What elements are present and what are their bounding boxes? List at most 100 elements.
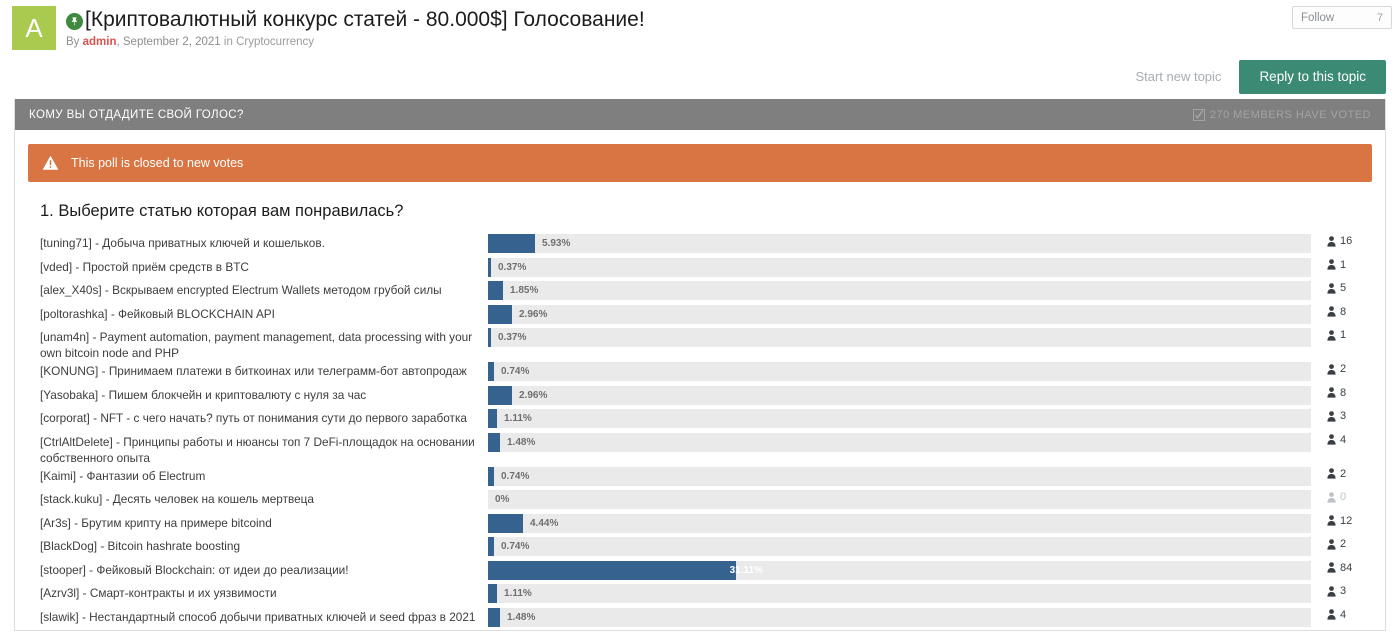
user-icon — [1327, 259, 1336, 270]
byline-forum-link[interactable]: Cryptocurrency — [236, 36, 314, 48]
poll-option-vote-count: 0 — [1311, 489, 1371, 503]
poll-option-bar-track: 0.37% — [488, 328, 1311, 347]
poll-option-bar-track: 2.96% — [488, 385, 1311, 405]
poll-option-row: [Azrv3l] - Смарт-контракты и их уязвимос… — [15, 583, 1385, 607]
poll-option-vote-count: 16 — [1311, 233, 1371, 247]
poll-option-label: [Yasobaka] - Пишем блокчейн и криптовалю… — [40, 387, 367, 402]
avatar[interactable]: A — [12, 6, 56, 50]
follow-button[interactable]: Follow 7 — [1292, 6, 1392, 29]
poll-closed-banner: This poll is closed to new votes — [28, 144, 1372, 182]
byline-author-link[interactable]: admin — [83, 36, 117, 48]
poll-option-row: [vded] - Простой приём средств в BTC 0.37… — [15, 257, 1385, 281]
poll-option-vote-count: 5 — [1311, 280, 1371, 294]
poll-option-vote-number: 3 — [1340, 585, 1347, 597]
poll-option-bar-track: 0.74% — [488, 362, 1311, 381]
poll-option-row: [CtrlAltDelete] - Принципы работы и нюан… — [15, 432, 1385, 466]
poll-option-bar-track: 1.11% — [488, 409, 1311, 428]
poll-option-label: [slawik] - Нестандартный способ добычи п… — [40, 609, 476, 624]
poll-option-bar-track: 4.44% — [488, 513, 1311, 533]
poll-option-vote-number: 3 — [1340, 410, 1347, 422]
poll-option-percent: 1.11% — [504, 588, 532, 599]
user-icon — [1327, 434, 1336, 445]
reply-to-topic-button[interactable]: Reply to this topic — [1239, 59, 1386, 94]
poll-option-vote-number: 8 — [1340, 386, 1347, 399]
poll-option-label: [stack.kuku] - Десять человек на кошель … — [40, 492, 314, 506]
poll-option-bar-fill — [488, 281, 503, 300]
poll-option-bar-fill — [488, 513, 523, 533]
poll-option-bar-track: 1.85% — [488, 281, 1311, 300]
poll-option-label: [CtrlAltDelete] - Принципы работы и нюан… — [40, 434, 475, 465]
poll-option-row: [alex_X40s] - Вскрываем encrypted Electr… — [15, 280, 1385, 304]
poll-option-vote-count: 8 — [1311, 385, 1371, 399]
user-icon — [1327, 491, 1336, 503]
user-icon — [1327, 306, 1336, 317]
user-icon — [1327, 329, 1336, 341]
poll-voters-text: 270 MEMBERS HAVE VOTED — [1209, 108, 1371, 121]
poll-option-vote-number: 2 — [1340, 363, 1347, 375]
user-icon — [1327, 538, 1336, 550]
follow-count: 7 — [1376, 11, 1383, 24]
poll-option-vote-count: 4 — [1311, 607, 1371, 621]
poll-option-label: [unam4n] - Payment automation, payment m… — [40, 330, 473, 360]
user-icon — [1327, 282, 1336, 294]
user-icon — [1327, 585, 1336, 597]
user-icon — [1327, 387, 1336, 398]
poll-option-percent: 1.48% — [507, 436, 536, 448]
poll-option-bar-fill — [488, 385, 512, 405]
poll-option-row: [Yasobaka] - Пишем блокчейн и криптовалю… — [15, 385, 1385, 409]
poll-option-bar-track: 1.48% — [488, 432, 1311, 452]
poll-option-row: [KONUNG] - Принимаем платежи в биткоинах… — [15, 361, 1385, 385]
poll-option-vote-number: 4 — [1340, 608, 1347, 621]
user-icon — [1327, 609, 1336, 620]
poll-option-row: [stooper] - Фейковый Blockchain: от идеи… — [15, 560, 1385, 584]
poll-option-percent: 0.74% — [501, 366, 530, 377]
poll-option-label: [tuning71] - Добыча приватных ключей и к… — [40, 236, 325, 250]
poll-closed-text: This poll is closed to new votes — [71, 156, 244, 170]
poll-option-bar-fill — [488, 607, 500, 627]
poll-option-percent: 2.96% — [519, 389, 548, 401]
poll-option-bar-fill — [488, 537, 494, 556]
poll-option-vote-count: 3 — [1311, 583, 1371, 597]
poll-option-row: [tuning71] - Добыча приватных ключей и к… — [15, 233, 1385, 257]
user-icon — [1327, 515, 1336, 526]
poll-option-percent: 0.74% — [501, 470, 530, 482]
poll-container: КОМУ ВЫ ОТДАДИТЕ СВОЙ ГОЛОС? 270 MEMBERS… — [14, 99, 1386, 631]
poll-option-percent: 31.11% — [729, 564, 763, 576]
poll-option-vote-number: 12 — [1340, 514, 1353, 527]
poll-option-vote-count: 4 — [1311, 432, 1371, 446]
poll-option-vote-number: 2 — [1340, 467, 1347, 480]
poll-option-label: [Kaimi] - Фантазии об Electrum — [40, 468, 206, 483]
poll-option-bar-track: 1.48% — [488, 607, 1311, 627]
poll-option-vote-number: 5 — [1340, 282, 1347, 294]
user-icon — [1327, 468, 1336, 479]
poll-option-row: [BlackDog] - Bitcoin hashrate boosting 0.… — [15, 536, 1385, 560]
topic-title-block: [Криптовалютный конкурс статей - 80.000$… — [66, 6, 1400, 48]
topic-action-bar: Start new topic Reply to this topic — [0, 54, 1400, 99]
poll-option-percent: 5.93% — [542, 238, 571, 249]
poll-option-percent: 1.11% — [504, 413, 532, 424]
page-title: [Криптовалютный конкурс статей - 80.000$… — [85, 8, 645, 31]
poll-option-vote-count: 2 — [1311, 536, 1371, 550]
poll-option-bar-fill — [488, 432, 500, 452]
byline: By admin, September 2, 2021 in Cryptocur… — [66, 36, 1400, 48]
poll-option-row: [poltorashka] - Фейковый BLOCKCHAIN API 2… — [15, 304, 1385, 328]
poll-option-label: [alex_X40s] - Вскрываем encrypted Electr… — [40, 283, 442, 297]
poll-option-vote-count: 1 — [1311, 327, 1371, 341]
byline-date: , September 2, 2021 — [116, 36, 224, 48]
poll-option-vote-count: 2 — [1311, 466, 1371, 480]
user-icon — [1327, 562, 1336, 573]
poll-option-bar-track: 2.96% — [488, 304, 1311, 324]
poll-option-vote-count: 84 — [1311, 560, 1371, 574]
byline-in-word: in — [223, 36, 233, 48]
poll-option-percent: 0.37% — [498, 332, 527, 343]
start-new-topic-button[interactable]: Start new topic — [1135, 69, 1221, 84]
byline-by-word: By — [66, 36, 80, 48]
user-icon — [1327, 235, 1336, 247]
poll-option-percent: 0% — [495, 494, 510, 505]
poll-option-label: [Ar3s] - Брутим крипту на примере bitcoi… — [40, 515, 272, 530]
poll-option-label: [corporat] - NFT - с чего начать? путь о… — [40, 411, 467, 425]
poll-options-list: [tuning71] - Добыча приватных ключей и к… — [15, 233, 1385, 630]
poll-header-question: КОМУ ВЫ ОТДАДИТЕ СВОЙ ГОЛОС? — [29, 108, 244, 121]
poll-option-vote-number: 2 — [1340, 538, 1347, 550]
poll-option-vote-count: 3 — [1311, 408, 1371, 422]
